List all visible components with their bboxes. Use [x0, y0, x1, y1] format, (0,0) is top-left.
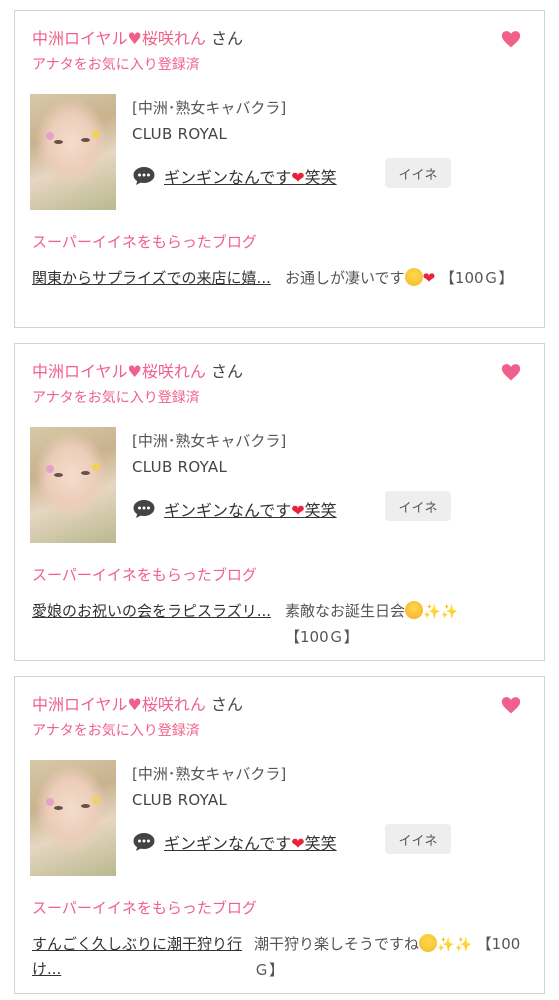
favorite-card: 中洲ロイヤル♥桜咲れん さん アナタをお気に入り登録済 [中洲･熟女キャバクラ]… [14, 676, 545, 994]
honorific: さん [210, 362, 243, 381]
shop-category: [中洲･熟女キャバクラ] [132, 432, 287, 450]
comment-row: ギンギンなんです❤笑笑 [132, 161, 337, 191]
blog-title-link[interactable]: 関東からサプライズでの来店に嬉... [32, 266, 277, 291]
red-heart-icon: ❤ [422, 269, 436, 287]
comment-row: ギンギンなんです❤笑笑 [132, 494, 337, 524]
favorite-status: アナタをお気に入り登録済 [32, 723, 200, 739]
shop-title: CLUB ROYAL [132, 791, 228, 809]
favorite-card: 中洲ロイヤル♥桜咲れん さん アナタをお気に入り登録済 [中洲･熟女キャバクラ]… [14, 10, 545, 328]
card-header: 中洲ロイヤル♥桜咲れん さん [32, 694, 243, 716]
shop-category: [中洲･熟女キャバクラ] [132, 99, 287, 117]
heart-icon[interactable] [501, 695, 521, 715]
honorific: さん [210, 29, 243, 48]
star-struck-emoji-icon [404, 268, 423, 286]
blog-description: お通しが凄いです ❤ 【100Ｇ】 [285, 268, 514, 287]
comment-row: ギンギンなんです❤笑笑 [132, 827, 337, 857]
blog-description: 潮干狩り楽しそうですね ✨✨ 【100Ｇ】 [254, 934, 521, 979]
cast-name-link[interactable]: 中洲ロイヤル♥桜咲れん [32, 695, 206, 714]
red-heart-icon: ❤ [291, 834, 305, 853]
cast-name-link[interactable]: 中洲ロイヤル♥桜咲れん [32, 362, 206, 381]
heart-icon[interactable] [501, 362, 521, 382]
comment-link[interactable]: ギンギンなんです❤笑笑 [164, 164, 337, 188]
iine-button[interactable]: イイネ [385, 158, 451, 188]
blog-title-link[interactable]: すんごく久しぶりに潮干狩り行け... [32, 932, 242, 982]
shop-title: CLUB ROYAL [132, 458, 228, 476]
avatar[interactable] [30, 760, 116, 876]
red-heart-icon: ❤ [291, 501, 305, 520]
cast-name-link[interactable]: 中洲ロイヤル♥桜咲れん [32, 29, 206, 48]
super-iine-label: スーパーイイネをもらったブログ [32, 233, 257, 251]
favorite-status: アナタをお気に入り登録済 [32, 57, 200, 73]
speech-bubble-icon [133, 833, 155, 851]
shop-title: CLUB ROYAL [132, 125, 228, 143]
red-heart-icon: ❤ [291, 168, 305, 187]
card-header: 中洲ロイヤル♥桜咲れん さん [32, 361, 243, 383]
smiling-face-with-hearts-emoji-icon [405, 601, 424, 619]
super-iine-label: スーパーイイネをもらったブログ [32, 899, 257, 917]
grinning-squinting-face-emoji-icon [419, 934, 438, 952]
favorite-status: アナタをお気に入り登録済 [32, 390, 200, 406]
heart-icon[interactable] [501, 29, 521, 49]
comment-link[interactable]: ギンギンなんです❤笑笑 [164, 830, 337, 854]
shop-category: [中洲･熟女キャバクラ] [132, 765, 287, 783]
blog-description: 素敵なお誕生日会 ✨✨ 【100Ｇ】 [285, 601, 458, 646]
comment-link[interactable]: ギンギンなんです❤笑笑 [164, 497, 337, 521]
iine-button[interactable]: イイネ [385, 824, 451, 854]
avatar[interactable] [30, 427, 116, 543]
card-header: 中洲ロイヤル♥桜咲れん さん [32, 28, 243, 50]
favorite-card: 中洲ロイヤル♥桜咲れん さん アナタをお気に入り登録済 [中洲･熟女キャバクラ]… [14, 343, 545, 661]
speech-bubble-icon [133, 167, 155, 185]
sparkles-icon: ✨✨ [437, 937, 472, 953]
super-iine-label: スーパーイイネをもらったブログ [32, 566, 257, 584]
speech-bubble-icon [133, 500, 155, 518]
honorific: さん [210, 695, 243, 714]
sparkles-icon: ✨✨ [423, 604, 458, 620]
iine-button[interactable]: イイネ [385, 491, 451, 521]
avatar[interactable] [30, 94, 116, 210]
blog-title-link[interactable]: 愛娘のお祝いの会をラピスラズリ... [32, 599, 277, 624]
